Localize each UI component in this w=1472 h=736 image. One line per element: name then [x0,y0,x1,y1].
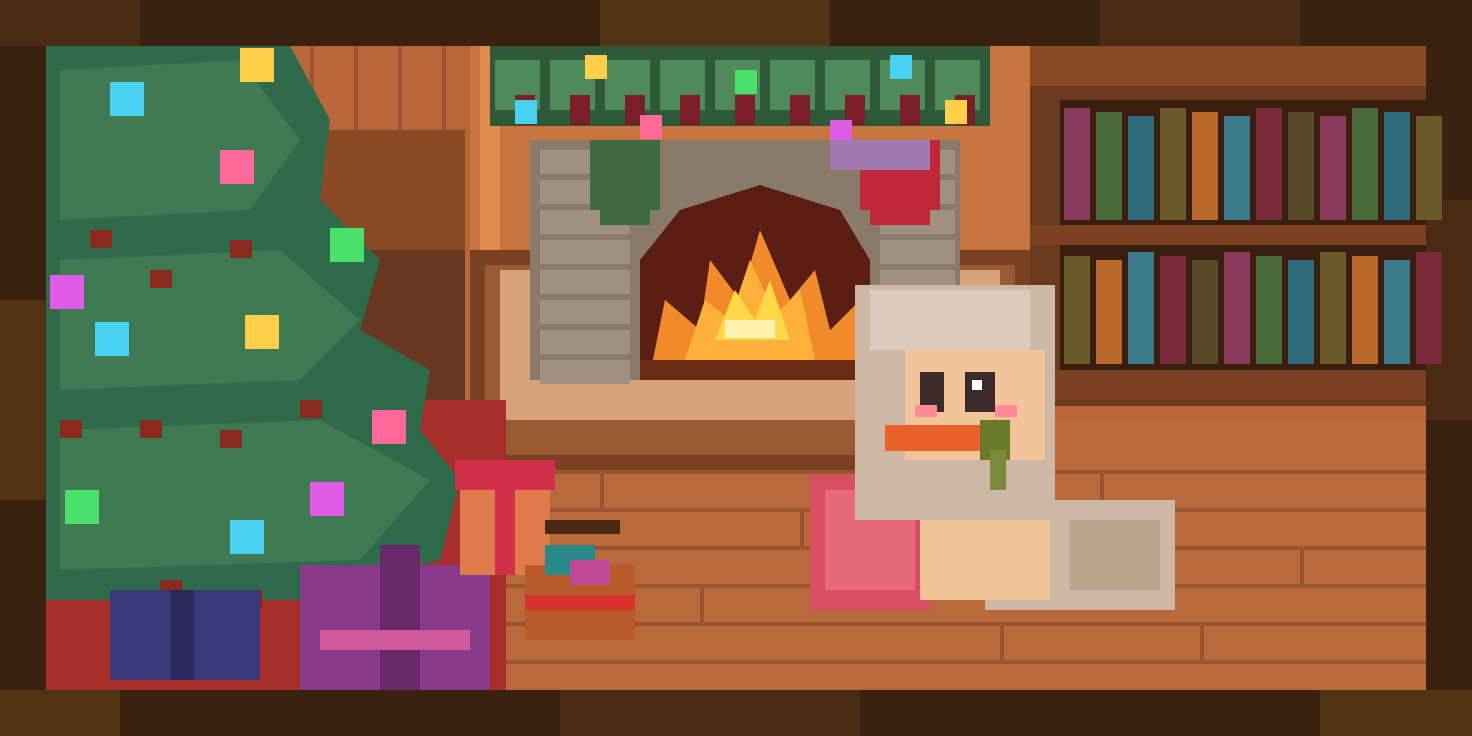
book-spine [1064,108,1090,220]
ornament-icon [50,275,84,309]
book-spine [1192,112,1218,220]
ornament-icon [310,482,344,516]
ornament-icon [245,315,279,349]
book-spine [1256,256,1282,364]
ornament-icon [372,410,406,444]
stone-block [540,360,630,384]
ornament-icon [330,228,364,262]
tree-berry [90,230,112,248]
bookshelf [1030,46,1442,406]
tree-berry [150,270,172,288]
ornament-icon [230,520,264,554]
game-scene [0,0,1472,736]
book-spine [1128,116,1154,220]
light-bulb-icon [945,100,967,124]
stone-block [540,240,630,264]
floor-plank-joint [1300,546,1304,584]
ornament-icon [220,150,254,184]
tree-berry [140,420,162,438]
stone-block [540,300,630,324]
book-spine [1352,256,1378,364]
floor-plank-joint [1200,622,1204,660]
room [46,46,1442,690]
scene-canvas [0,0,1472,736]
book-spine [1160,256,1186,364]
light-bulb-icon [515,100,537,124]
light-bulb-icon [640,115,662,139]
book-spine [1256,108,1282,220]
book-spine [1128,252,1154,364]
ornament-icon [240,48,274,82]
floor-plank-joint [800,508,804,546]
tree-berry [230,240,252,258]
floor-plank-joint [600,470,604,508]
stone-block [540,330,630,354]
book-spine [1320,252,1346,364]
book-spine [1352,108,1378,220]
garland-ribbon [735,95,755,125]
tree-berry [300,400,322,418]
light-bulb-icon [585,55,607,79]
pony-eye-right [965,372,995,412]
book-spine [1064,256,1090,364]
garland-ribbon [570,95,590,125]
book-spine [1416,116,1442,220]
ornament-icon [110,82,144,116]
book-spine [1192,260,1218,364]
book-spine [1320,116,1346,220]
light-bulb-icon [890,55,912,79]
book-spine [1288,260,1314,364]
book-spine [1288,112,1314,220]
book-spine [1384,260,1410,364]
garland-ribbon [680,95,700,125]
floor-plank-joint [700,584,704,622]
book-spine [1224,252,1250,364]
carrot-icon [885,425,980,451]
floor-plank-joint [1000,622,1004,660]
stone-block [540,270,630,294]
garland-ribbon [790,95,810,125]
stone-block [880,240,955,264]
light-bulb-icon [735,70,757,94]
book-spine [1096,260,1122,364]
tree-berry [60,420,82,438]
book-spine [1096,112,1122,220]
book-spine [1224,116,1250,220]
garland-ribbon [900,95,920,125]
ornament-icon [65,490,99,524]
book-spine [1384,112,1410,220]
tree-berry [220,430,242,448]
ornament-icon [95,322,129,356]
book-spine [1416,252,1442,364]
book-spine [1160,108,1186,220]
